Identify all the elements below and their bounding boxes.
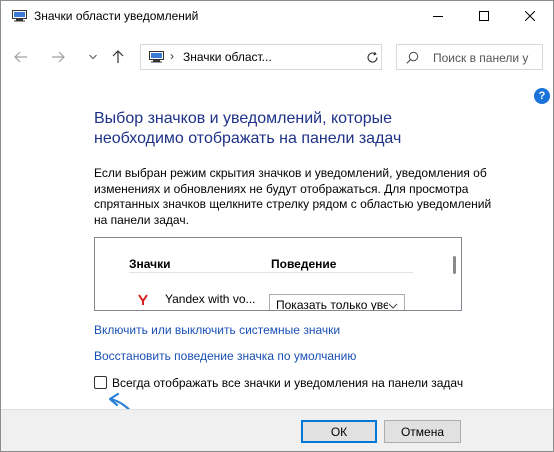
window-title: Значки области уведомлений bbox=[34, 9, 199, 23]
maximize-button[interactable] bbox=[461, 1, 507, 31]
column-header-icons[interactable]: Значки bbox=[129, 257, 171, 271]
up-button[interactable] bbox=[108, 47, 128, 67]
close-button[interactable] bbox=[507, 1, 553, 31]
search-placeholder: Поиск в панели у bbox=[433, 51, 529, 65]
column-header-behavior[interactable]: Поведение bbox=[271, 257, 336, 271]
breadcrumb-separator: › bbox=[170, 49, 174, 63]
refresh-button[interactable] bbox=[359, 44, 385, 70]
forward-button[interactable] bbox=[48, 47, 68, 67]
ok-button[interactable]: ОК bbox=[301, 420, 377, 443]
arrow-up-icon bbox=[112, 50, 124, 63]
yandex-icon bbox=[138, 294, 148, 305]
maximize-icon bbox=[479, 11, 489, 21]
show-all-icons-label[interactable]: Всегда отображать все значки и уведомлен… bbox=[112, 376, 463, 390]
page-description: Если выбран режим скрытия значков и увед… bbox=[94, 166, 492, 227]
breadcrumb-current[interactable]: Значки област... bbox=[183, 50, 272, 64]
header-divider bbox=[129, 272, 413, 273]
vertical-scrollbar[interactable] bbox=[453, 256, 456, 274]
address-bar[interactable]: › Значки област... bbox=[140, 44, 382, 70]
cancel-button[interactable]: Отмена bbox=[384, 420, 461, 443]
minimize-button[interactable] bbox=[415, 1, 461, 31]
computer-icon bbox=[149, 51, 164, 63]
arrow-right-icon bbox=[52, 51, 65, 63]
computer-icon bbox=[12, 10, 27, 22]
show-all-icons-checkbox[interactable] bbox=[94, 376, 107, 389]
restore-default-link[interactable]: Восстановить поведение значка по умолчан… bbox=[94, 349, 356, 363]
navigation-bar: › Значки област... Поиск в панели у bbox=[1, 31, 553, 81]
help-button[interactable]: ? bbox=[534, 88, 550, 104]
arrow-left-icon bbox=[14, 51, 27, 63]
chevron-down-icon bbox=[89, 54, 97, 60]
refresh-icon bbox=[366, 51, 378, 63]
close-icon bbox=[525, 11, 535, 21]
icons-behavior-list[interactable]: Значки Поведение Yandex with vo... Показ… bbox=[94, 237, 462, 311]
chevron-down-icon bbox=[388, 303, 398, 309]
back-button[interactable] bbox=[11, 47, 31, 67]
notification-area-icons-window: Значки области уведомлений › Значки обла… bbox=[0, 0, 554, 452]
minimize-icon bbox=[433, 16, 443, 17]
dialog-footer: ОК Отмена bbox=[1, 409, 553, 451]
recent-locations-button[interactable] bbox=[83, 47, 103, 67]
search-icon bbox=[406, 51, 419, 64]
page-heading: Выбор значков и уведомлений, которые нео… bbox=[94, 110, 402, 147]
row-app-name: Yandex with vo... bbox=[165, 292, 256, 306]
behavior-select[interactable]: Показать только уве bbox=[269, 294, 405, 311]
system-icons-link[interactable]: Включить или выключить системные значки bbox=[94, 323, 340, 337]
title-bar: Значки области уведомлений bbox=[1, 1, 553, 31]
behavior-select-value: Показать только уве bbox=[276, 298, 388, 311]
search-box[interactable]: Поиск в панели у bbox=[396, 44, 543, 70]
